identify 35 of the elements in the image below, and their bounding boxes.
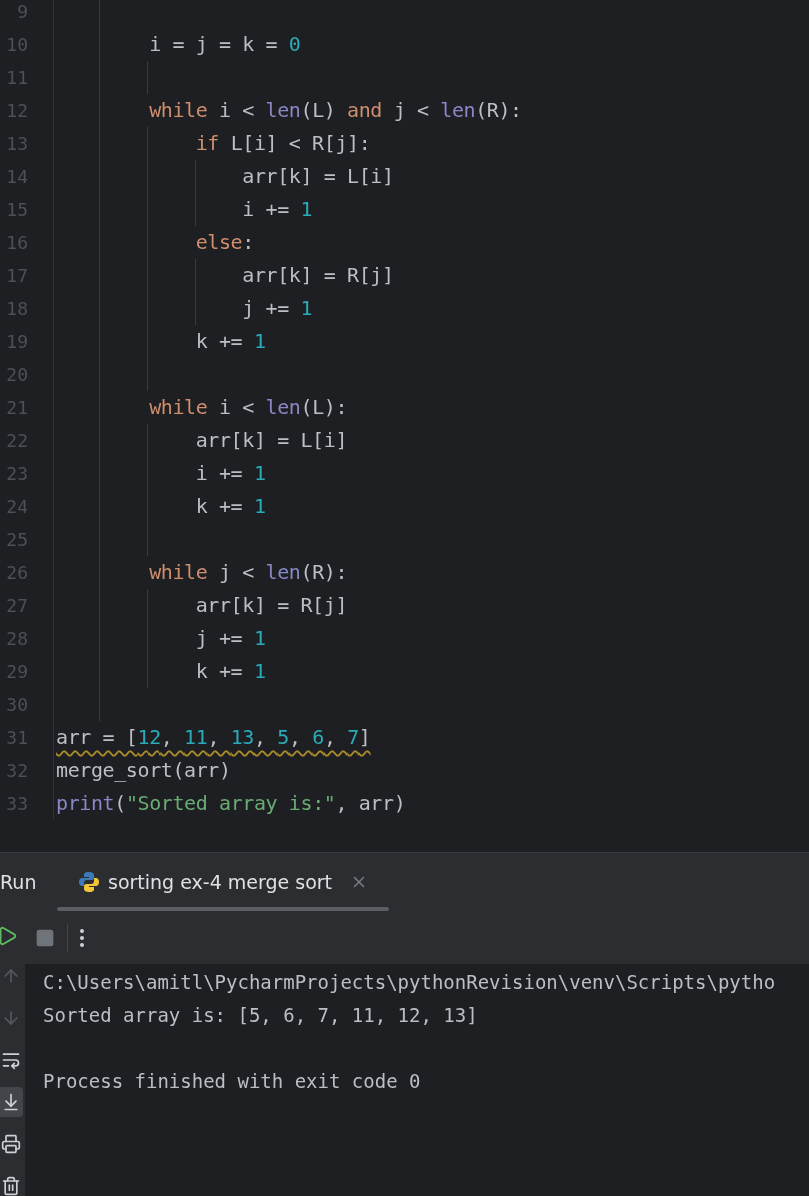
console-line: C:\Users\amitl\PycharmProjects\pythonRevision\venv\Scripts\pytho (43, 970, 777, 995)
code-line: print("Sorted array is:", arr) (56, 790, 406, 817)
stop-button[interactable] (35, 927, 55, 948)
code-line: k += 1 (194, 493, 266, 520)
code-line: i += 1 (194, 460, 266, 487)
trash-icon (0, 1176, 21, 1196)
rerun-button[interactable] (0, 925, 18, 947)
more-icon (80, 928, 84, 947)
code-line: i += 1 (241, 196, 313, 223)
code-line: arr[k] = R[j] (241, 262, 394, 289)
code-line: k += 1 (194, 658, 266, 685)
code-line: arr = [12, 11, 13, 5, 6, 7] (56, 724, 371, 751)
code-line: arr[k] = L[i] (194, 427, 348, 454)
scroll-end-button[interactable] (0, 1087, 23, 1117)
code-line: j += 1 (241, 295, 313, 322)
stop-icon (35, 927, 55, 948)
code-line: i = j = k = 0 (148, 31, 301, 58)
play-icon (0, 925, 18, 947)
code-line: k += 1 (194, 328, 266, 355)
code-line: arr[k] = L[i] (241, 163, 394, 190)
code-line: arr[k] = R[j] (194, 592, 348, 619)
print-icon (0, 1134, 21, 1154)
panel-title: Run (0, 871, 38, 893)
code-line: j += 1 (194, 625, 266, 652)
code-line: while i < len(L): (148, 394, 348, 421)
code-line: while j < len(R): (148, 559, 348, 586)
more-button[interactable] (80, 928, 84, 947)
python-icon (78, 871, 100, 893)
console-line: Process finished with exit code 0 (43, 1069, 422, 1094)
console-line: Sorted array is: [5, 6, 7, 11, 12, 13] (43, 1003, 479, 1028)
code-line: merge_sort(arr) (56, 757, 231, 784)
code-line: if L[i] < R[j]: (194, 130, 371, 157)
code-line: while i < len(L) and j < len(R): (148, 97, 522, 124)
code-line: else: (194, 229, 254, 256)
wrap-icon (0, 1050, 21, 1070)
